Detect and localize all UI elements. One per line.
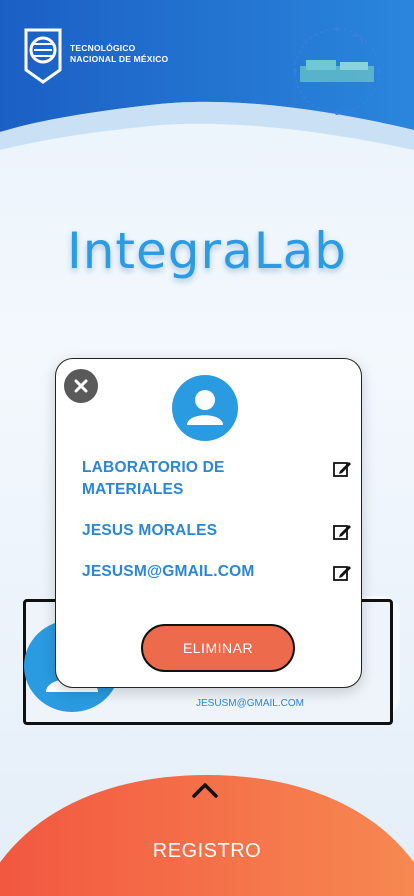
laboratory-name: LABORATORIO DE MATERIALES bbox=[82, 459, 225, 498]
user-email: JESUSM@GMAIL.COM bbox=[82, 563, 255, 580]
user-icon bbox=[187, 390, 223, 425]
app-title: IntegraLab bbox=[67, 222, 347, 280]
lab-logo bbox=[293, 27, 381, 115]
field-row-email: JESUSM@GMAIL.COM bbox=[82, 561, 352, 583]
close-button[interactable] bbox=[64, 369, 98, 403]
field-row-name: JESUS MORALES bbox=[82, 520, 352, 542]
chevron-up-icon[interactable] bbox=[190, 780, 220, 800]
edit-icon[interactable] bbox=[332, 522, 352, 542]
field-row-laboratory: LABORATORIO DE MATERIALES bbox=[82, 457, 352, 501]
register-button[interactable]: REGISTRO bbox=[0, 840, 414, 863]
background-email: JESUSM@GMAIL.COM bbox=[196, 698, 304, 709]
institution-line1: TECNOLÓGICO bbox=[70, 43, 136, 53]
institution-line2: NACIONAL DE MÉXICO bbox=[70, 54, 169, 64]
close-icon bbox=[74, 379, 88, 393]
tecnm-emblem-icon bbox=[24, 28, 62, 84]
profile-avatar bbox=[172, 375, 238, 441]
user-name: JESUS MORALES bbox=[82, 522, 218, 539]
delete-button[interactable]: ELIMINAR bbox=[141, 624, 295, 672]
edit-icon[interactable] bbox=[332, 459, 352, 479]
profile-modal: LABORATORIO DE MATERIALES JESUS MORALES … bbox=[55, 358, 362, 688]
tecnm-logo: TECNOLÓGICO NACIONAL DE MÉXICO bbox=[22, 22, 172, 86]
edit-icon[interactable] bbox=[332, 563, 352, 583]
